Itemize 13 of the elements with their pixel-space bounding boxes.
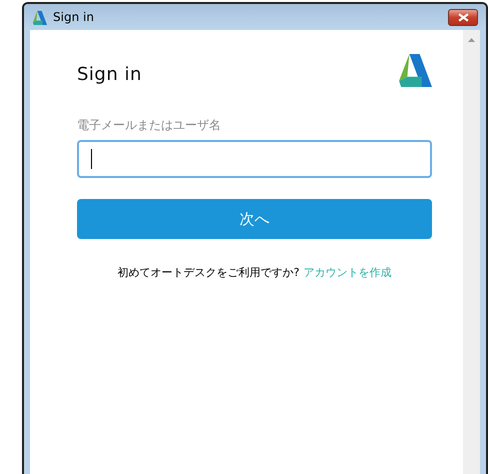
create-account-link[interactable]: アカウントを作成 bbox=[303, 266, 392, 279]
field-label: 電子メールまたはユーザ名 bbox=[77, 117, 222, 134]
logo-icon bbox=[32, 10, 47, 24]
close-icon bbox=[458, 12, 468, 22]
scroll-up-icon bbox=[468, 38, 475, 42]
next-button[interactable]: 次へ bbox=[77, 199, 432, 239]
scrollbar[interactable] bbox=[463, 30, 480, 474]
email-field[interactable] bbox=[77, 140, 432, 178]
logo-icon bbox=[397, 52, 432, 87]
window-title: Sign in bbox=[53, 10, 95, 24]
signup-prompt: 初めてオートデスクをご利用ですか? bbox=[118, 266, 300, 279]
heading: Sign in bbox=[77, 64, 142, 85]
close-button[interactable] bbox=[448, 8, 478, 26]
